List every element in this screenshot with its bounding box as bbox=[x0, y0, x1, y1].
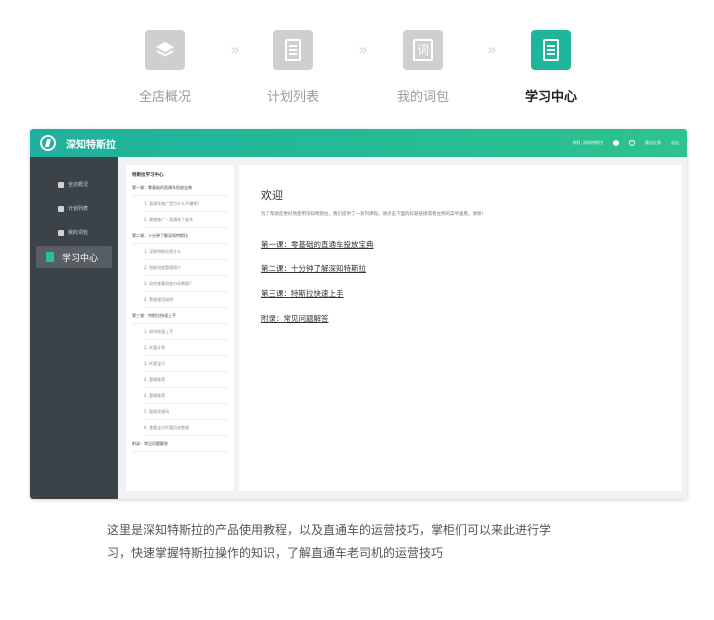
logout-link[interactable]: 退出 bbox=[671, 140, 679, 146]
document-icon bbox=[273, 30, 313, 70]
brand-name: 深知特斯拉 bbox=[66, 140, 116, 151]
toc-item[interactable]: 3. 如何查看投放分析数据? bbox=[144, 277, 228, 292]
lesson-link[interactable]: 第一课：零基础的直通车投放宝典 bbox=[261, 239, 374, 250]
lesson-link[interactable]: 附录：常见问题解答 bbox=[261, 313, 329, 324]
logo-icon bbox=[40, 135, 56, 151]
sidebar-item-overview[interactable]: 全店概况 bbox=[30, 179, 118, 193]
sidebar-item-word-pack[interactable]: 我的词包 bbox=[30, 227, 118, 241]
toc-title: 特斯拉学习中心 bbox=[132, 173, 164, 178]
user-icon[interactable] bbox=[613, 140, 619, 146]
toc-item[interactable]: 4. 管理推荐 bbox=[144, 389, 228, 404]
book-icon bbox=[46, 252, 54, 262]
toc-item[interactable]: 4. 警报使用说明 bbox=[144, 293, 228, 308]
step-label: 全店概况 bbox=[138, 90, 191, 105]
step-plan-list[interactable]: 计划列表 bbox=[233, 30, 353, 105]
feedback-link[interactable]: 建议反馈 bbox=[645, 140, 661, 146]
toc-item[interactable]: 3. 托管宝贝 bbox=[144, 357, 228, 372]
word-pack-icon: 词 bbox=[403, 30, 443, 70]
lesson-link[interactable]: 第二课：十分钟了解深知特斯拉 bbox=[261, 263, 366, 274]
toc-item[interactable]: 2. 托管计划 bbox=[144, 341, 228, 356]
layers-icon bbox=[58, 182, 64, 188]
lesson-link[interactable]: 第三课：特斯拉快速上手 bbox=[261, 288, 344, 299]
sidebar-item-plan-list[interactable]: 计划列表 bbox=[30, 203, 118, 217]
intro-text: 为了帮助您更好地使用深知特斯拉，我们提供了一系列课程。请点击下面的标题链接或者左… bbox=[261, 212, 484, 217]
caption-line: 习，快速掌握特斯拉操作的知识，了解直通车老司机的运营技巧 bbox=[107, 546, 444, 560]
toc-item[interactable]: 1. 直通车推广是为什么不赚钱? bbox=[144, 197, 228, 212]
sidebar-item-learning-center[interactable]: 学习中心 bbox=[36, 246, 112, 268]
user-greeting: 你好, 深知特斯拉 bbox=[572, 140, 603, 145]
step-overview[interactable]: 全店概况 bbox=[105, 30, 225, 105]
table-of-contents: 特斯拉学习中心 第一课：零基础的直通车投放宝典 1. 直通车推广是为什么不赚钱?… bbox=[126, 165, 234, 491]
sidebar: 全店概况 计划列表 我的词包 学习中心 bbox=[30, 157, 118, 499]
step-label: 计划列表 bbox=[266, 90, 319, 105]
toc-item[interactable]: 4. 管理推荐 bbox=[144, 373, 228, 388]
toc-item[interactable]: 5. 管理关键词 bbox=[144, 405, 228, 420]
page-title: 欢迎 bbox=[261, 189, 283, 202]
list-icon bbox=[58, 206, 64, 212]
step-navigation: 全店概况 » 计划列表 » 词 我的词包 » 学习中心 bbox=[0, 0, 714, 120]
caption-line: 这里是深知特斯拉的产品使用教程，以及直通车的运营技巧，掌柜们可以来此进行学 bbox=[107, 523, 552, 537]
step-word-pack[interactable]: 词 我的词包 bbox=[363, 30, 483, 105]
content-panel: 欢迎 为了帮助您更好地使用深知特斯拉，我们提供了一系列课程。请点击下面的标题链接… bbox=[239, 165, 682, 491]
toc-item[interactable]: 1. 如何快速上手 bbox=[144, 325, 228, 340]
step-learning-center[interactable]: 学习中心 bbox=[491, 30, 611, 105]
step-label: 我的词包 bbox=[396, 90, 449, 105]
toc-item[interactable]: 6. 查看宝贝托管历史数据 bbox=[144, 421, 228, 436]
headset-icon[interactable] bbox=[629, 140, 635, 146]
toc-item[interactable]: 1. 深知特斯拉是什么 bbox=[144, 245, 228, 260]
toc-item[interactable]: 2. 智能投放管理简介 bbox=[144, 261, 228, 276]
word-pack-icon bbox=[58, 230, 64, 236]
app-window: 深知特斯拉 你好, 深知特斯拉 建议反馈 退出 全店概况 计划列表 我的词包 学… bbox=[30, 129, 687, 499]
toc-item[interactable]: 附录：常见问题解答 bbox=[132, 437, 228, 452]
layers-icon bbox=[145, 30, 185, 70]
step-label: 学习中心 bbox=[524, 90, 577, 105]
toc-item[interactable]: 2. 建推推广 - 直通车三板斧 bbox=[144, 213, 228, 228]
top-bar: 深知特斯拉 你好, 深知特斯拉 建议反馈 退出 bbox=[30, 129, 687, 157]
book-icon bbox=[531, 30, 571, 70]
description-caption: 这里是深知特斯拉的产品使用教程，以及直通车的运营技巧，掌柜们可以来此进行学 习，… bbox=[107, 519, 627, 565]
top-bar-actions: 你好, 深知特斯拉 建议反馈 退出 bbox=[572, 138, 679, 148]
toc-item[interactable]: 第三课：特斯拉快速上手 bbox=[132, 309, 228, 324]
toc-item[interactable]: 第二课：十分钟了解深知特斯拉 bbox=[132, 229, 228, 244]
toc-item[interactable]: 第一课：零基础的直通车投放宝典 bbox=[132, 181, 228, 196]
